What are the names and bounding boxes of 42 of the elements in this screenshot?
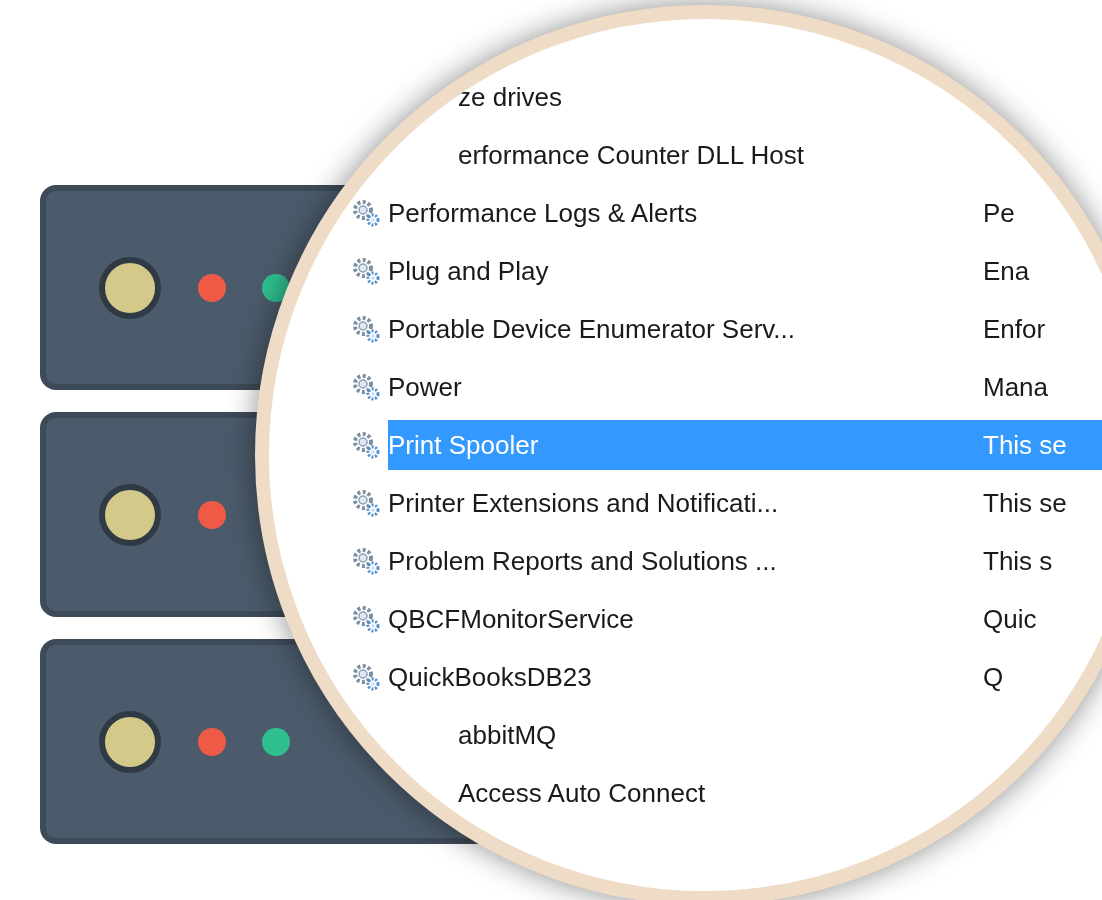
- service-description: Quic: [983, 602, 1037, 636]
- service-name: ze drives: [458, 80, 564, 114]
- service-description: Pe: [983, 196, 1015, 230]
- status-light-icon: [262, 727, 290, 756]
- service-row[interactable]: Printer Extensions and Notificati... This se: [388, 478, 1102, 528]
- service-description: Q: [983, 660, 1004, 694]
- service-row[interactable]: Problem Reports and Solutions ... This s: [388, 536, 1102, 586]
- service-row[interactable]: Plug and Play Ena: [388, 246, 1102, 296]
- service-row[interactable]: Portable Device Enumerator Serv... Enfor: [388, 304, 1102, 354]
- power-light-icon: [98, 709, 162, 774]
- service-description: Ena: [983, 254, 1030, 288]
- service-row[interactable]: QuickBooksDB23 Q: [388, 652, 1102, 702]
- service-name: Access Auto Connect: [458, 776, 707, 810]
- service-name: Plug and Play: [388, 254, 550, 288]
- service-name: Portable Device Enumerator Serv...: [388, 312, 797, 346]
- service-row[interactable]: abbitMQ: [458, 710, 1102, 760]
- service-description: This se: [983, 428, 1067, 462]
- service-row[interactable]: Power Mana: [388, 362, 1102, 412]
- status-light-icon: [262, 273, 290, 302]
- service-row[interactable]: ze drives: [458, 72, 1102, 122]
- service-name: abbitMQ: [458, 718, 558, 752]
- service-name: Power: [388, 370, 463, 404]
- service-description: This se: [983, 486, 1067, 520]
- power-light-icon: [98, 255, 162, 320]
- service-description: This s: [983, 544, 1053, 578]
- service-row[interactable]: Access Auto Connect: [458, 768, 1102, 818]
- power-light-icon: [98, 482, 162, 547]
- service-row[interactable]: QBCFMonitorService Quic: [388, 594, 1102, 644]
- service-row[interactable]: erformance Counter DLL Host: [458, 130, 1102, 180]
- status-light-icon: [198, 500, 226, 529]
- status-light-icon: [198, 273, 226, 302]
- service-name: Performance Logs & Alerts: [388, 196, 699, 230]
- service-description: Mana: [983, 370, 1049, 404]
- service-row[interactable]: Performance Logs & Alerts Pe: [388, 188, 1102, 238]
- service-name: QuickBooksDB23: [388, 660, 593, 694]
- service-description: Enfor: [983, 312, 1046, 346]
- service-name: Problem Reports and Solutions ...: [388, 544, 778, 578]
- status-light-icon: [198, 727, 226, 756]
- service-name: erformance Counter DLL Host: [458, 138, 805, 172]
- service-name: Printer Extensions and Notificati...: [388, 486, 780, 520]
- service-name: Print Spooler: [388, 428, 540, 462]
- service-name: QBCFMonitorService: [388, 602, 635, 636]
